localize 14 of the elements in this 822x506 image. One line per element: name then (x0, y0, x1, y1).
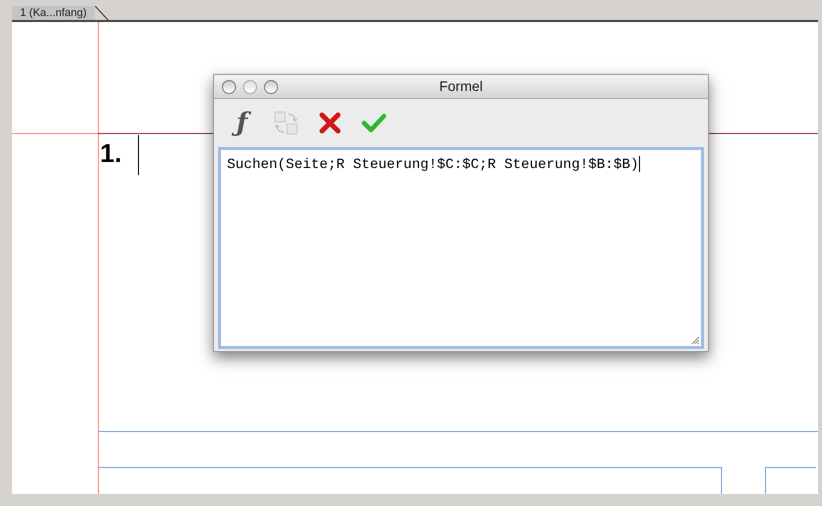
close-icon (318, 111, 342, 135)
list-number: 1. (100, 140, 122, 166)
zoom-button[interactable] (264, 80, 278, 94)
check-icon (361, 112, 387, 134)
frame-outline (765, 467, 816, 494)
window-title: Formel (439, 77, 483, 96)
close-button[interactable] (222, 80, 236, 94)
function-button[interactable]: ƒ (228, 109, 256, 137)
formula-field[interactable]: Suchen(Seite;R Steuerung!$C:$C;R Steuerung!$B:$B) (218, 147, 704, 349)
resize-grip-icon[interactable] (690, 335, 700, 345)
swap-icon (273, 110, 299, 136)
minimize-button[interactable] (243, 80, 257, 94)
tab-edge (94, 6, 109, 20)
document-tab[interactable]: 1 (Ka...nfang) (12, 6, 95, 20)
